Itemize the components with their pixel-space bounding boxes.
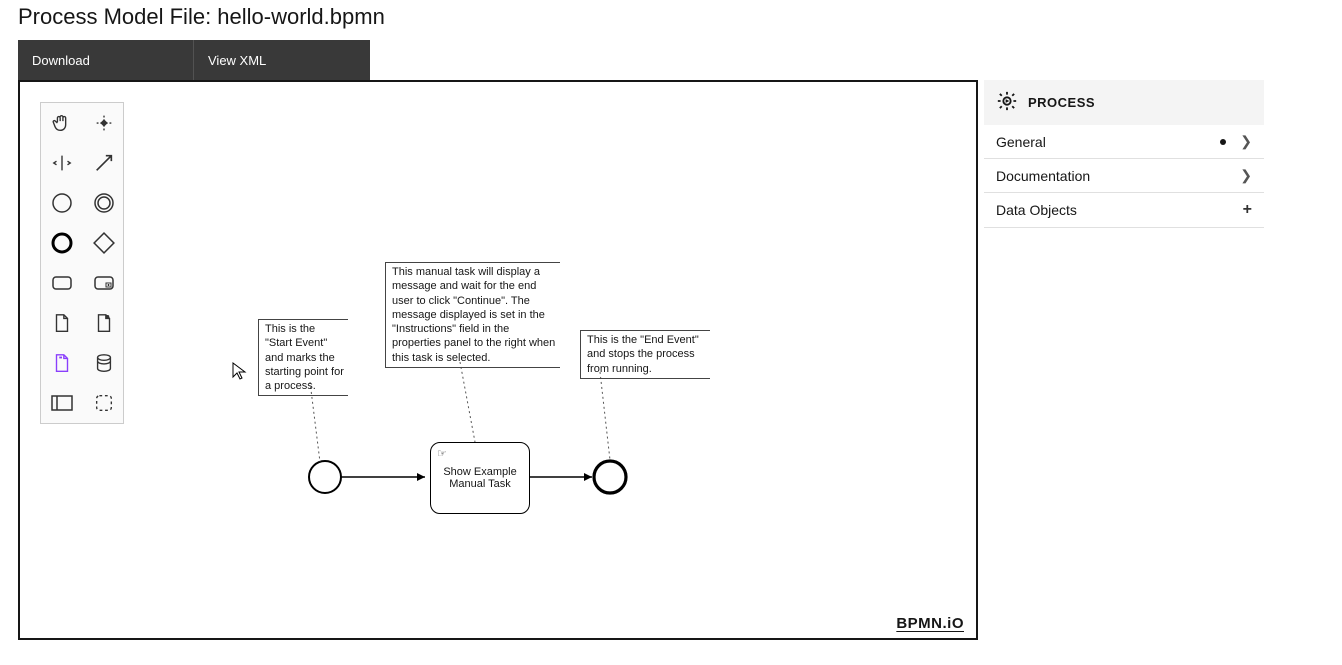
panel-header: PROCESS <box>984 80 1264 125</box>
chevron-right-icon: ❯ <box>1240 167 1252 184</box>
cursor-pointer-icon <box>232 362 248 385</box>
properties-panel: PROCESS General ❯ Documentation ❯ Data O… <box>984 80 1264 640</box>
panel-item-label: Data Objects <box>996 202 1077 218</box>
panel-header-label: PROCESS <box>1028 95 1095 110</box>
chevron-right-icon: ❯ <box>1240 133 1252 150</box>
tab-bar: Download View XML <box>18 40 1342 80</box>
panel-item-documentation[interactable]: Documentation ❯ <box>984 159 1264 193</box>
panel-item-label: General <box>996 134 1046 150</box>
task-label: Show Example Manual Task <box>435 466 525 490</box>
manual-task-icon: ☞ <box>437 447 447 460</box>
dirty-dot-icon <box>1220 139 1226 145</box>
gear-play-icon <box>996 90 1018 115</box>
tab-view-xml[interactable]: View XML <box>194 40 370 80</box>
annotation-start[interactable]: This is the "Start Event" and marks the … <box>258 319 348 396</box>
plus-icon[interactable]: + <box>1243 201 1252 219</box>
start-event[interactable] <box>309 461 341 493</box>
annotation-end[interactable]: This is the "End Event" and stops the pr… <box>580 330 710 379</box>
diagram-canvas[interactable]: ☞ Show Example Manual Task This is the "… <box>18 80 978 640</box>
panel-item-label: Documentation <box>996 168 1090 184</box>
bpmn-io-logo[interactable]: BPMN.iO <box>896 615 964 632</box>
annotation-task[interactable]: This manual task will display a message … <box>385 262 560 368</box>
tab-download[interactable]: Download <box>18 40 194 80</box>
end-event[interactable] <box>594 461 626 493</box>
page-title: Process Model File: hello-world.bpmn <box>0 0 1342 40</box>
panel-item-general[interactable]: General ❯ <box>984 125 1264 159</box>
panel-item-data-objects[interactable]: Data Objects + <box>984 193 1264 228</box>
task-show-example-manual-task[interactable]: ☞ Show Example Manual Task <box>430 442 530 514</box>
